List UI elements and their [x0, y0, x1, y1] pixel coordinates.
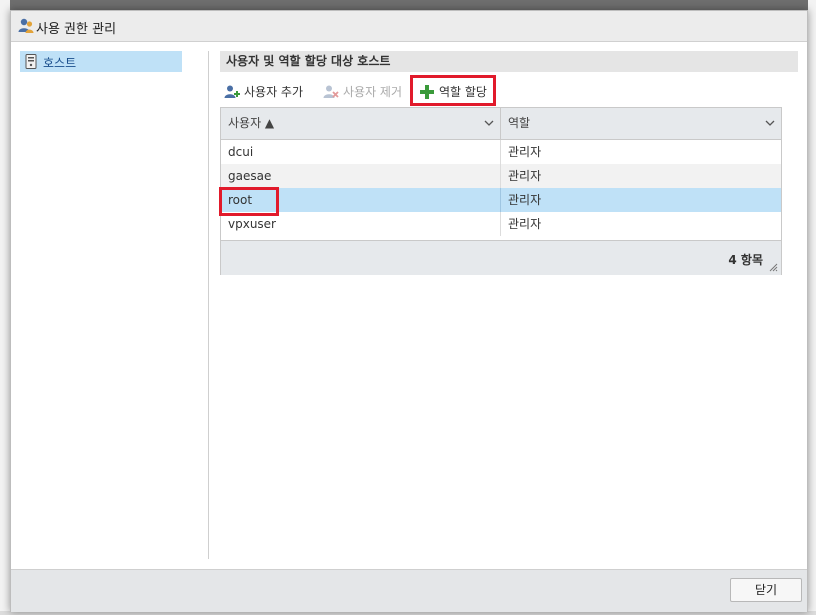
remove-user-button[interactable]: 사용자 제거: [323, 81, 409, 103]
cell-user: dcui: [228, 145, 254, 159]
dialog-title: 사용 권한 관리: [36, 22, 117, 37]
column-header-role[interactable]: 역할: [501, 108, 781, 139]
cell-role: 관리자: [508, 217, 542, 231]
user-role-grid: 사용자 ▲ 역할 dcui 관리자 gaesae 관리자 root 관리자 vp…: [220, 107, 782, 275]
table-row-selected[interactable]: root 관리자: [221, 188, 781, 212]
dialog-title-bar: 사용 권한 관리: [11, 11, 807, 42]
manage-permissions-dialog: 사용 권한 관리 호스트 사용자 및 역할 할당 대상 호스트 사용자 추가 사…: [10, 10, 808, 612]
column-header-role-label: 역할: [508, 116, 531, 130]
assign-role-button[interactable]: 역할 할당: [419, 81, 497, 103]
column-header-user-label: 사용자 ▲: [228, 116, 275, 130]
cell-role: 관리자: [508, 169, 542, 183]
close-button[interactable]: 닫기: [730, 578, 802, 602]
remove-user-icon: [323, 85, 339, 98]
cell-user: root: [228, 193, 253, 207]
cell-role: 관리자: [508, 145, 542, 159]
add-user-label: 사용자 추가: [244, 85, 304, 99]
sidebar-item-host[interactable]: 호스트: [20, 51, 182, 72]
host-server-icon: [25, 54, 37, 69]
dialog-footer: 닫기: [11, 569, 807, 612]
plus-icon: [420, 85, 434, 99]
cell-user: vpxuser: [228, 217, 276, 231]
resize-grip-icon[interactable]: [769, 263, 778, 272]
pane-divider[interactable]: [208, 51, 209, 559]
column-header-user[interactable]: 사용자 ▲: [221, 108, 501, 139]
cell-role: 관리자: [508, 193, 542, 207]
remove-user-label: 사용자 제거: [343, 85, 403, 99]
background-app-right-edge: [808, 0, 816, 615]
add-user-icon: [224, 85, 240, 98]
table-row[interactable]: dcui 관리자: [221, 140, 781, 164]
table-row[interactable]: vpxuser 관리자: [221, 212, 781, 236]
sidebar-item-label: 호스트: [43, 56, 77, 70]
cell-user: gaesae: [228, 169, 272, 183]
chevron-down-icon[interactable]: [484, 119, 494, 127]
grid-footer: 4 항목: [221, 240, 781, 275]
users-icon: [18, 18, 34, 33]
item-count: 4 항목: [728, 253, 763, 267]
chevron-down-icon[interactable]: [765, 119, 775, 127]
table-row[interactable]: gaesae 관리자: [221, 164, 781, 188]
grid-header: 사용자 ▲ 역할: [221, 108, 781, 140]
background-app-left-edge: [0, 0, 10, 615]
assign-role-label: 역할 할당: [439, 85, 487, 99]
section-title: 사용자 및 역할 할당 대상 호스트: [220, 51, 798, 72]
add-user-button[interactable]: 사용자 추가: [224, 81, 316, 103]
